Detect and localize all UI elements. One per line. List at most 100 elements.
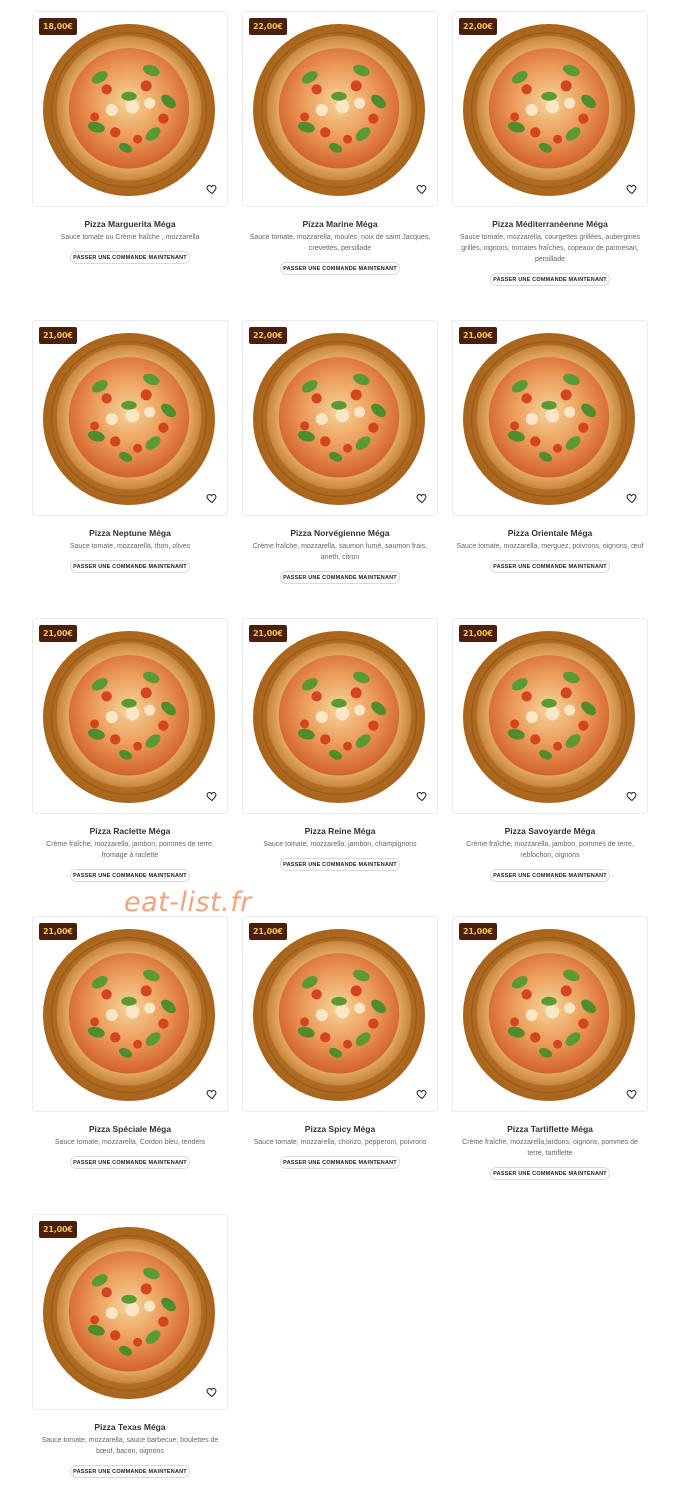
pizza-image xyxy=(463,24,635,196)
order-button[interactable]: PASSER UNE COMMANDE MAINTENANT xyxy=(280,858,400,871)
product-title[interactable]: Pizza Spicy Méga xyxy=(242,1123,438,1135)
price-badge: 21,00€ xyxy=(39,923,77,940)
order-button[interactable]: PASSER UNE COMMANDE MAINTENANT xyxy=(490,560,610,573)
price-badge: 21,00€ xyxy=(39,625,77,642)
pizza-image xyxy=(43,24,215,196)
order-button[interactable]: PASSER UNE COMMANDE MAINTENANT xyxy=(70,560,190,573)
product-title[interactable]: Pizza Reine Méga xyxy=(242,825,438,837)
heart-icon[interactable] xyxy=(626,492,638,504)
price-badge: 21,00€ xyxy=(39,1221,77,1238)
pizza-image xyxy=(253,333,425,505)
pizza-image xyxy=(253,24,425,196)
order-button[interactable]: PASSER UNE COMMANDE MAINTENANT xyxy=(70,869,190,882)
price-badge: 18,00€ xyxy=(39,18,77,35)
price-badge: 21,00€ xyxy=(459,923,497,940)
product-title[interactable]: Pizza Neptune Méga xyxy=(32,527,228,539)
product-card[interactable]: 22,00€ Pizza Méditerranéenne Méga Sauce … xyxy=(452,11,648,286)
product-title[interactable]: Pizza Orientale Méga xyxy=(452,527,648,539)
product-description: Sauce tomate ou Crème fraîche , mozzarel… xyxy=(60,234,200,241)
pizza-image xyxy=(43,631,215,803)
price-badge: 21,00€ xyxy=(249,923,287,940)
product-image-box[interactable]: 21,00€ xyxy=(32,618,228,814)
product-description: Sauce tomate, mozzarella, jambon, champi… xyxy=(263,841,417,848)
product-image-box[interactable]: 22,00€ xyxy=(242,11,438,207)
product-image-box[interactable]: 21,00€ xyxy=(32,916,228,1112)
product-description: Sauce tomate, mozzarella, courgettes gri… xyxy=(459,234,641,263)
pizza-image xyxy=(43,333,215,505)
order-button[interactable]: PASSER UNE COMMANDE MAINTENANT xyxy=(70,1465,190,1478)
product-image-box[interactable]: 18,00€ xyxy=(32,11,228,207)
watermark: eat-list.fr xyxy=(124,887,252,918)
heart-icon[interactable] xyxy=(206,1386,218,1398)
product-title[interactable]: Pizza Savoyarde Méga xyxy=(452,825,648,837)
pizza-image xyxy=(253,929,425,1101)
product-description: Sauce tomate, mozzarella, sauce barbecue… xyxy=(41,1437,219,1455)
product-image-box[interactable]: 21,00€ xyxy=(242,618,438,814)
heart-icon[interactable] xyxy=(626,1088,638,1100)
price-badge: 21,00€ xyxy=(39,327,77,344)
heart-icon[interactable] xyxy=(416,790,428,802)
price-badge: 21,00€ xyxy=(459,327,497,344)
order-button[interactable]: PASSER UNE COMMANDE MAINTENANT xyxy=(280,262,400,275)
product-title[interactable]: Pizza Raclette Méga xyxy=(32,825,228,837)
product-card[interactable]: 21,00€ Pizza Reine Méga Sauce tomate, mo… xyxy=(242,618,438,871)
pizza-image xyxy=(43,1227,215,1399)
product-card[interactable]: 21,00€ Pizza Texas Méga Sauce tomate, mo… xyxy=(32,1214,228,1478)
heart-icon[interactable] xyxy=(416,1088,428,1100)
product-title[interactable]: Pizza Marguerita Méga xyxy=(32,218,228,230)
product-image-box[interactable]: 22,00€ xyxy=(452,11,648,207)
pizza-image xyxy=(463,333,635,505)
product-title[interactable]: Pizza Marine Méga xyxy=(242,218,438,230)
product-image-box[interactable]: 21,00€ xyxy=(242,916,438,1112)
heart-icon[interactable] xyxy=(626,183,638,195)
price-badge: 21,00€ xyxy=(249,625,287,642)
product-card[interactable]: 21,00€ Pizza Orientale Méga Sauce tomate… xyxy=(452,320,648,573)
product-image-box[interactable]: 21,00€ xyxy=(32,320,228,516)
order-button[interactable]: PASSER UNE COMMANDE MAINTENANT xyxy=(490,869,610,882)
heart-icon[interactable] xyxy=(626,790,638,802)
product-title[interactable]: Pizza Spéciale Méga xyxy=(32,1123,228,1135)
product-title[interactable]: Pizza Méditerranéenne Méga xyxy=(452,218,648,230)
pizza-image xyxy=(463,929,635,1101)
heart-icon[interactable] xyxy=(206,183,218,195)
pizza-image xyxy=(43,929,215,1101)
product-image-box[interactable]: 21,00€ xyxy=(452,916,648,1112)
heart-icon[interactable] xyxy=(206,790,218,802)
order-button[interactable]: PASSER UNE COMMANDE MAINTENANT xyxy=(280,571,400,584)
product-description: Sauce tomate, mozzarella, thon, olives xyxy=(69,543,191,550)
product-card[interactable]: 21,00€ Pizza Savoyarde Méga Crème fraîch… xyxy=(452,618,648,882)
order-button[interactable]: PASSER UNE COMMANDE MAINTENANT xyxy=(280,1156,400,1169)
product-image-box[interactable]: 21,00€ xyxy=(452,618,648,814)
pizza-image xyxy=(253,631,425,803)
price-badge: 22,00€ xyxy=(459,18,497,35)
product-title[interactable]: Pizza Norvégienne Méga xyxy=(242,527,438,539)
order-button[interactable]: PASSER UNE COMMANDE MAINTENANT xyxy=(70,1156,190,1169)
product-description: Sauce tomate, mozzarella, moules, noix d… xyxy=(249,234,431,252)
product-card[interactable]: 18,00€ Pizza Marguerita Méga Sauce tomat… xyxy=(32,11,228,264)
product-title[interactable]: Pizza Tartiflette Méga xyxy=(452,1123,648,1135)
product-description: Crème fraîche, mozzarella, saumon fumé, … xyxy=(252,543,428,561)
product-image-box[interactable]: 21,00€ xyxy=(32,1214,228,1410)
heart-icon[interactable] xyxy=(206,1088,218,1100)
pizza-image xyxy=(463,631,635,803)
product-card[interactable]: 21,00€ Pizza Spicy Méga Sauce tomate, mo… xyxy=(242,916,438,1169)
product-card[interactable]: 22,00€ Pizza Norvégienne Méga Crème fraî… xyxy=(242,320,438,584)
heart-icon[interactable] xyxy=(206,492,218,504)
product-card[interactable]: 22,00€ Pizza Marine Méga Sauce tomate, m… xyxy=(242,11,438,275)
order-button[interactable]: PASSER UNE COMMANDE MAINTENANT xyxy=(70,251,190,264)
product-card[interactable]: 21,00€ Pizza Neptune Méga Sauce tomate, … xyxy=(32,320,228,573)
product-card[interactable]: 21,00€ Pizza Spéciale Méga Sauce tomate,… xyxy=(32,916,228,1169)
product-card[interactable]: 21,00€ Pizza Raclette Méga Crème fraîche… xyxy=(32,618,228,882)
product-image-box[interactable]: 21,00€ xyxy=(452,320,648,516)
product-description: Crème fraîche, mozzarella, jambon, pomme… xyxy=(46,841,214,859)
order-button[interactable]: PASSER UNE COMMANDE MAINTENANT xyxy=(490,273,610,286)
price-badge: 22,00€ xyxy=(249,18,287,35)
product-card[interactable]: 21,00€ Pizza Tartiflette Méga Crème fraî… xyxy=(452,916,648,1180)
heart-icon[interactable] xyxy=(416,492,428,504)
order-button[interactable]: PASSER UNE COMMANDE MAINTENANT xyxy=(490,1167,610,1180)
product-description: Sauce tomate, mozzarella, Cordon bleu, t… xyxy=(54,1139,206,1146)
product-image-box[interactable]: 22,00€ xyxy=(242,320,438,516)
product-title[interactable]: Pizza Texas Méga xyxy=(32,1421,228,1433)
heart-icon[interactable] xyxy=(416,183,428,195)
product-description: Crème fraîche, mozzarella,lardons, oigno… xyxy=(462,1139,638,1157)
